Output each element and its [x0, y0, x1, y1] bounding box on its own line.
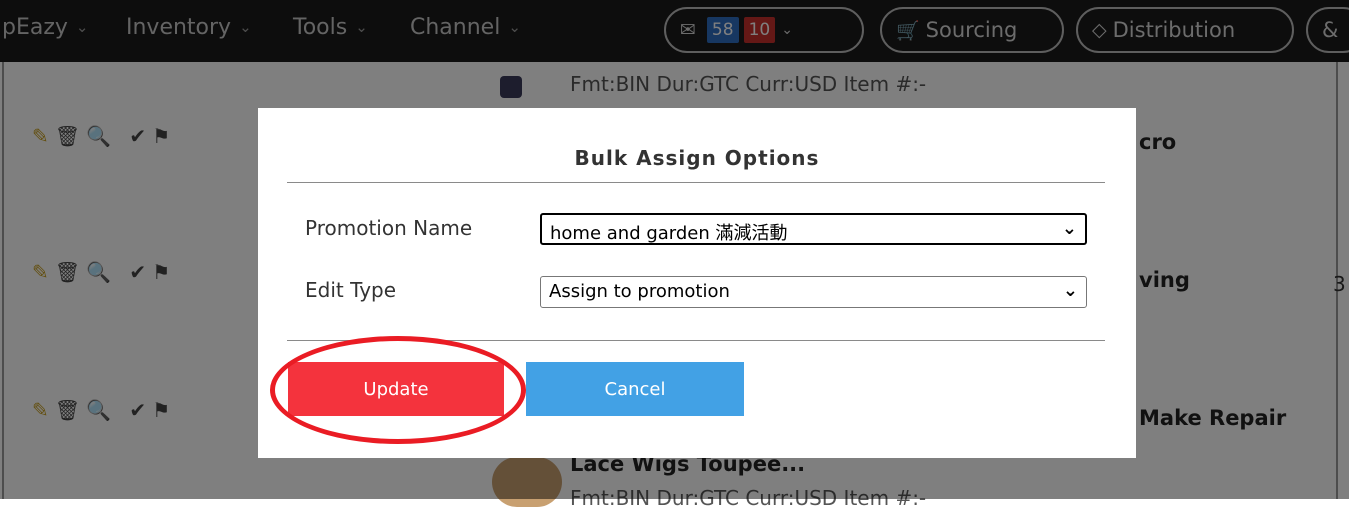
promotion-name-select[interactable]: home and garden 滿減活動 ⌄: [540, 213, 1087, 245]
divider: [287, 340, 1105, 341]
edit-type-select[interactable]: Assign to promotion ⌄: [540, 276, 1087, 308]
update-button[interactable]: Update: [288, 362, 504, 416]
divider: [287, 182, 1105, 183]
edit-type-label: Edit Type: [305, 278, 397, 302]
chevron-down-icon: ⌄: [1062, 280, 1078, 301]
chevron-down-icon: ⌄: [1061, 218, 1077, 239]
edit-type-value: Assign to promotion: [549, 281, 730, 302]
dialog-title: Bulk Assign Options: [574, 146, 820, 170]
cancel-button[interactable]: Cancel: [526, 362, 744, 416]
bulk-assign-dialog: Bulk Assign Options Promotion Name home …: [258, 108, 1136, 458]
promotion-name-value: home and garden 滿減活動: [550, 223, 788, 244]
promotion-name-label: Promotion Name: [305, 216, 473, 240]
